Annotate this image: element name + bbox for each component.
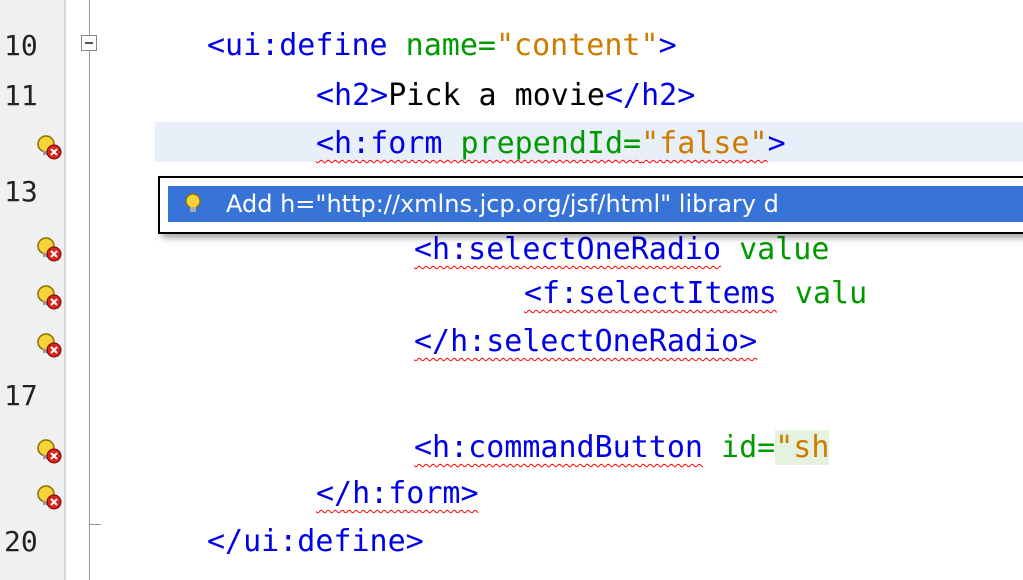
- tag-token: >: [767, 126, 786, 161]
- code-line: </h:form>: [0, 474, 1023, 514]
- attr-token: prependId=: [442, 126, 642, 161]
- value-token: "false": [641, 126, 768, 161]
- tag-token: <h:selectOneRadio: [414, 232, 722, 267]
- code-line: 11 <h2>Pick a movie</h2>: [0, 76, 1023, 116]
- code-text[interactable]: </h:selectOneRadio>: [414, 322, 757, 362]
- code-text[interactable]: <h:form prependId="false">: [316, 124, 786, 164]
- line-number: 13: [4, 175, 38, 208]
- lightbulb-icon: [185, 193, 201, 212]
- text-token: Pick a movie: [388, 78, 605, 113]
- tag-token: </h:selectOneRadio>: [414, 324, 758, 359]
- error-hint-bulb-icon[interactable]: [36, 484, 62, 510]
- error-hint-bulb-icon[interactable]: [36, 134, 62, 160]
- tag-token: <ui:define: [207, 28, 388, 63]
- tag-token: <h:form: [316, 126, 443, 161]
- code-line: 10 <ui:define name="content">: [0, 26, 1023, 66]
- tag-token: </h:form>: [316, 476, 479, 511]
- code-text[interactable]: <ui:define name="content">: [207, 26, 677, 66]
- value-token: "sh: [775, 430, 830, 465]
- error-hint-bulb-icon[interactable]: [36, 236, 62, 262]
- tag-token: <h:commandButton: [414, 430, 703, 465]
- tag-token: </ui:define>: [207, 524, 424, 559]
- code-text[interactable]: </h:form>: [316, 474, 479, 514]
- code-line: 17: [0, 376, 1023, 416]
- code-text[interactable]: </ui:define>: [207, 522, 424, 562]
- line-number: 10: [4, 29, 38, 62]
- error-hint-bulb-icon[interactable]: [36, 332, 62, 358]
- attr-token: name=: [387, 28, 496, 63]
- code-text[interactable]: <f:selectItems valu: [524, 274, 867, 314]
- code-text[interactable]: <h:commandButton id="sh: [414, 428, 830, 468]
- line-number: 20: [4, 525, 38, 558]
- attr-token: id=: [702, 430, 776, 465]
- hint-popup: Add h="http://xmlns.jcp.org/jsf/html" li…: [158, 176, 1023, 234]
- error-hint-bulb-icon[interactable]: [36, 438, 62, 464]
- tag-token: >: [658, 28, 677, 63]
- hint-suggestion-label: Add h="http://xmlns.jcp.org/jsf/html" li…: [226, 190, 779, 218]
- tag-token: <f:selectItems: [524, 276, 777, 311]
- code-line: 20 </ui:define>: [0, 522, 1023, 562]
- tag-token: <h2>: [316, 78, 389, 113]
- attr-token: value: [721, 232, 830, 267]
- code-line: </h:selectOneRadio>: [0, 322, 1023, 362]
- attr-token: valu: [776, 276, 868, 311]
- code-text[interactable]: <h:selectOneRadio value: [414, 230, 829, 270]
- line-number: 11: [4, 79, 38, 112]
- value-token: "content": [496, 28, 659, 63]
- code-line: <h:commandButton id="sh: [0, 428, 1023, 468]
- line-number: 17: [4, 379, 38, 412]
- tag-token: </h2>: [605, 78, 696, 113]
- code-text[interactable]: <h2>Pick a movie</h2>: [316, 76, 695, 116]
- hint-suggestion-item[interactable]: Add h="http://xmlns.jcp.org/jsf/html" li…: [168, 186, 1023, 222]
- error-hint-bulb-icon[interactable]: [36, 284, 62, 310]
- code-line: <h:form prependId="false">: [0, 124, 1023, 164]
- code-line: <f:selectItems valu: [0, 274, 1023, 314]
